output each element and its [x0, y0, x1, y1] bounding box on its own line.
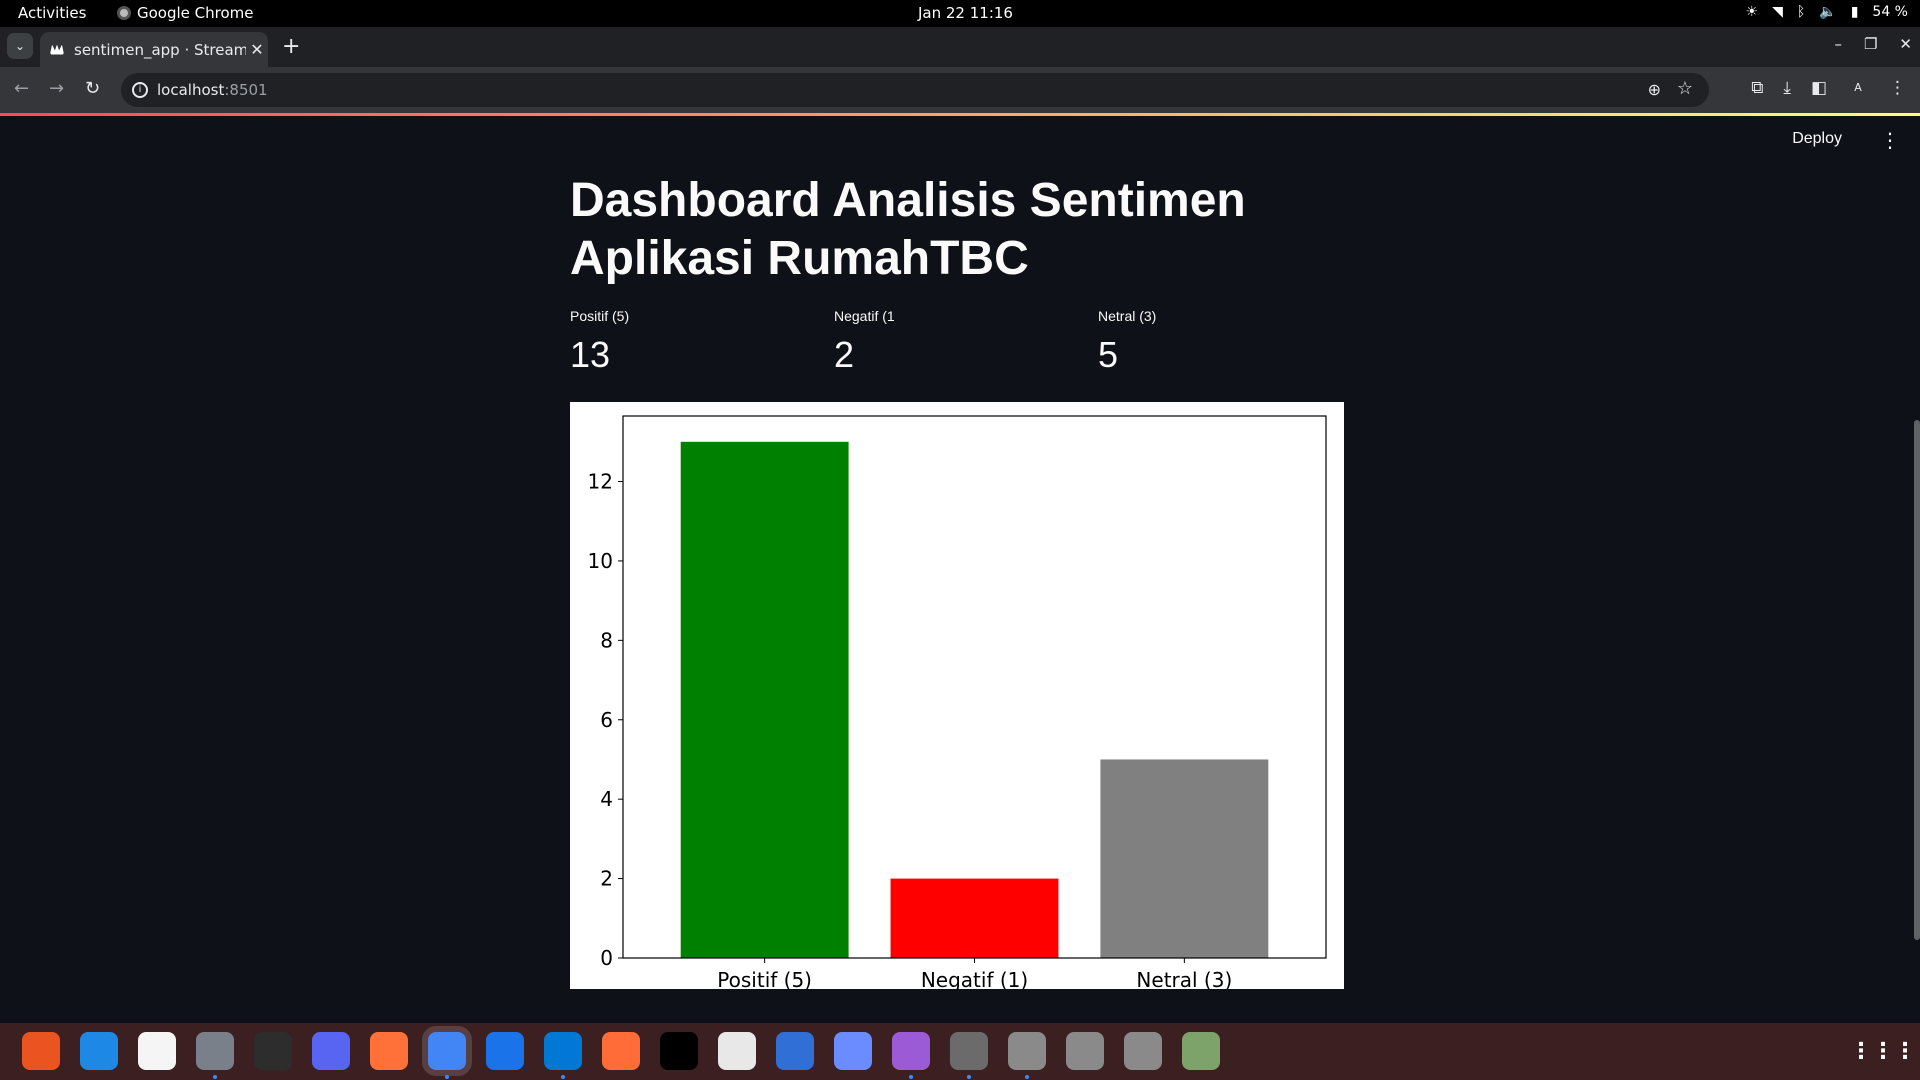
y-tick-label: 8	[600, 628, 613, 652]
deploy-button[interactable]: Deploy	[1792, 130, 1842, 148]
video-icon[interactable]	[892, 1032, 930, 1070]
battery-percent: 54 %	[1872, 4, 1908, 20]
sentiment-bar-chart: Positif (5) Negatif (1) Netral (3) 0 2 4 6 8 10 1…	[570, 402, 1344, 989]
rhythmbox-icon[interactable]	[138, 1032, 176, 1070]
dock: ⋮⋮⋮	[0, 1023, 1920, 1080]
bar-2	[890, 878, 1059, 958]
browser-toolbar: ← → ↻ i localhost:8501 ⊕ ☆ ⧉ ⤓ ◧ A ⋮	[0, 67, 1920, 113]
extensions-icon[interactable]: ⧉	[1751, 78, 1763, 98]
files-icon[interactable]	[196, 1032, 234, 1070]
wifi-icon: ◥	[1772, 4, 1783, 20]
tab-strip: ⌄ sentimen_app · Streamlit ✕ + – ❐ ✕	[0, 27, 1920, 67]
url-text[interactable]: localhost:8501	[157, 81, 268, 99]
side-panel-icon[interactable]: ◧	[1811, 78, 1827, 98]
address-bar[interactable]: i localhost:8501 ⊕ ☆	[121, 73, 1709, 107]
running-indicator	[445, 1075, 449, 1079]
running-indicator	[967, 1075, 971, 1079]
volume-icon: 🔈	[1819, 4, 1837, 20]
profile-avatar[interactable]: A	[1847, 77, 1869, 99]
metric-value: 5	[1098, 334, 1119, 375]
app-center-icon[interactable]	[22, 1032, 60, 1070]
text-editor-icon[interactable]	[776, 1032, 814, 1070]
y-tick-label: 4	[600, 787, 613, 811]
x-tick-label: Negatif (1)	[921, 968, 1028, 989]
metric-netral: Netral (3) 5	[1098, 308, 1348, 376]
running-indicator	[1025, 1075, 1029, 1079]
tab-title: sentimen_app · Streamlit	[74, 40, 246, 59]
main-menu-icon[interactable]: ⋮	[1880, 128, 1900, 152]
page-scrollbar[interactable]	[1914, 420, 1920, 940]
chrome-icon	[117, 6, 131, 20]
bookmark-star-icon[interactable]: ☆	[1677, 78, 1693, 99]
y-tick-label: 6	[600, 708, 613, 732]
clock[interactable]: Jan 22 11:16	[918, 4, 1013, 22]
chrome-icon[interactable]	[422, 1026, 472, 1076]
metric-value: 2	[834, 334, 855, 375]
android-studio-icon[interactable]	[486, 1032, 524, 1070]
tab-search-button[interactable]: ⌄	[7, 33, 33, 59]
running-indicator	[213, 1075, 217, 1079]
firefox-icon[interactable]	[370, 1032, 408, 1070]
brightness-icon: ☀	[1745, 4, 1759, 20]
ssd-drive-icon[interactable]	[1066, 1032, 1104, 1070]
app-name: Google Chrome	[137, 4, 254, 22]
metric-label: Netral (3)	[1098, 308, 1157, 324]
streamlit-app: Deploy ⋮ Dashboard Analisis Sentimen Apl…	[0, 116, 1920, 1023]
ssd-drive-icon[interactable]	[1124, 1032, 1162, 1070]
running-indicator	[561, 1075, 565, 1079]
page-title: Dashboard Analisis Sentimen Aplikasi Rum…	[570, 174, 1246, 285]
close-window-icon[interactable]: ✕	[1899, 35, 1912, 53]
chrome-menu-icon[interactable]: ⋮	[1889, 78, 1906, 98]
battery-icon: ▮	[1850, 4, 1859, 20]
x-tick-label: Positif (5)	[717, 968, 812, 989]
system-tray[interactable]: ☀ ◥ ᛒ 🔈 ▮ 54 %	[1746, 4, 1908, 20]
y-tick-label: 12	[588, 470, 613, 494]
document-viewer-icon[interactable]	[718, 1032, 756, 1070]
vscode-icon[interactable]	[544, 1032, 582, 1070]
trash-icon[interactable]	[1182, 1032, 1220, 1070]
tasks-icon[interactable]	[834, 1032, 872, 1070]
show-apps-grid-icon[interactable]: ⋮⋮⋮	[1850, 1032, 1916, 1070]
streamlit-favicon-icon	[50, 44, 64, 55]
y-tick-label: 10	[588, 549, 613, 573]
metric-label: Positif (5)	[570, 308, 630, 324]
metric-label: Negatif (1	[834, 308, 895, 324]
browser-tab[interactable]: sentimen_app · Streamlit ✕	[40, 32, 268, 67]
bar-1	[680, 441, 849, 958]
activities-button[interactable]: Activities	[18, 4, 86, 22]
zoom-icon[interactable]: ⊕	[1648, 80, 1661, 99]
reload-icon[interactable]: ↻	[85, 78, 100, 99]
help-icon[interactable]	[80, 1032, 118, 1070]
settings-icon[interactable]	[950, 1032, 988, 1070]
download-icon[interactable]: ⤓	[1783, 78, 1791, 98]
restore-icon[interactable]: ❐	[1864, 35, 1877, 53]
y-tick-label: 2	[600, 867, 613, 891]
ssd-drive-icon[interactable]	[1008, 1032, 1046, 1070]
bar-3	[1100, 759, 1269, 958]
site-info-icon[interactable]: i	[132, 82, 148, 98]
back-icon[interactable]: ←	[14, 78, 29, 99]
new-tab-button[interactable]: +	[282, 34, 300, 59]
app-menu[interactable]: Google Chrome	[117, 4, 254, 22]
metric-value: 13	[570, 334, 611, 375]
bluetooth-icon: ᛒ	[1796, 4, 1806, 20]
metric-positif: Positif (5) 13	[570, 308, 820, 376]
forward-icon[interactable]: →	[49, 78, 64, 99]
running-indicator	[909, 1075, 913, 1079]
y-tick-label: 0	[600, 946, 613, 970]
minimize-icon[interactable]: –	[1834, 35, 1842, 53]
discord-icon[interactable]	[312, 1032, 350, 1070]
intellij-icon[interactable]	[660, 1032, 698, 1070]
chevron-down-icon: ⌄	[14, 39, 26, 53]
x-tick-label: Netral (3)	[1136, 968, 1232, 989]
terminal-icon[interactable]	[254, 1032, 292, 1070]
system-top-bar: Activities Google Chrome Jan 22 11:16 ☀ …	[0, 0, 1920, 27]
metric-negatif: Negatif (1 2	[834, 308, 1084, 376]
close-tab-icon[interactable]: ✕	[246, 40, 268, 59]
postman-icon[interactable]	[602, 1032, 640, 1070]
chart-svg: Positif (5) Negatif (1) Netral (3) 0 2 4 6 8 10 1…	[588, 415, 1327, 989]
toolbar-actions: ⧉ ⤓ ◧ A ⋮	[1751, 77, 1906, 99]
window-controls: – ❐ ✕	[1834, 35, 1912, 53]
